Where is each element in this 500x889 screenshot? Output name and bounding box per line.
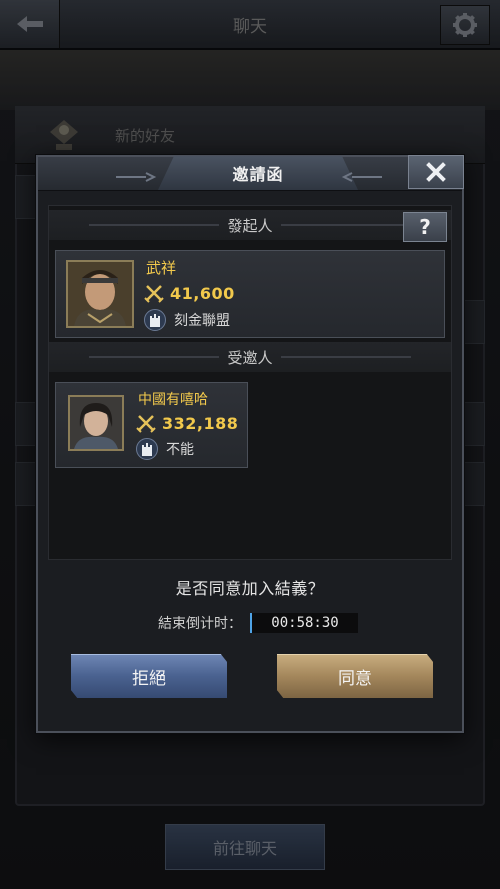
reject-button[interactable]: 拒絕	[71, 654, 227, 698]
initiator-name: 武祥	[146, 259, 177, 277]
crossed-swords-icon	[144, 285, 164, 303]
countdown-label: 結束倒计时：	[158, 616, 242, 632]
accept-button[interactable]: 同意	[277, 654, 433, 698]
initiator-section-title: 發起人	[227, 216, 273, 235]
invitee-avatar	[68, 395, 124, 451]
invitee-name: 中國有嘻哈	[138, 392, 208, 408]
initiator-card[interactable]: 武祥 41,600 刻金聯盟	[55, 250, 445, 338]
initiator-section-header: 發起人 ?	[49, 210, 451, 242]
invitee-power-row: 332,188	[136, 413, 238, 433]
header-ornament-left	[116, 172, 157, 182]
close-button[interactable]	[408, 155, 464, 189]
join-question: 是否同意加入結義？	[175, 579, 325, 598]
invitee-card[interactable]: 中國有嘻哈 332,188 不能	[55, 382, 248, 468]
question-mark-icon: ?	[419, 215, 431, 239]
initiator-power-row: 41,600	[144, 283, 235, 303]
initiator-avatar	[66, 260, 134, 328]
invitee-power: 332,188	[162, 413, 239, 433]
divider-left	[89, 224, 219, 226]
invitee-section-header: 受邀人	[49, 342, 451, 372]
invitee-section-title: 受邀人	[227, 348, 273, 367]
dialog-header: 邀請函	[38, 155, 464, 191]
divider-right	[281, 356, 411, 358]
help-button[interactable]: ?	[403, 212, 447, 242]
countdown-timer: 00:58:30	[250, 613, 358, 633]
dialog-title-tab: 邀請函	[158, 156, 358, 190]
initiator-power: 41,600	[170, 283, 235, 303]
dialog-content: 發起人 ? 武祥 41,600 刻金聯盟 受邀人 中國有嘻哈 332,188 不…	[48, 205, 452, 560]
close-icon	[426, 162, 446, 182]
initiator-alliance: 刻金聯盟	[174, 313, 230, 329]
initiator-alliance-row: 刻金聯盟	[144, 309, 230, 331]
alliance-castle-icon	[136, 438, 158, 460]
divider-left	[89, 356, 219, 358]
dialog-title: 邀請函	[232, 165, 284, 184]
invitation-dialog: 邀請函 發起人 ? 武祥 41,600 刻金聯盟 受邀人 中國有嘻哈 332,1…	[36, 155, 464, 733]
invitee-alliance: 不能	[166, 442, 194, 458]
alliance-castle-icon	[144, 309, 166, 331]
divider-right	[281, 224, 411, 226]
invitee-alliance-row: 不能	[136, 438, 194, 460]
header-ornament-right	[341, 172, 382, 182]
crossed-swords-icon	[136, 415, 156, 433]
countdown: 結束倒计时： 00:58:30	[158, 613, 358, 633]
